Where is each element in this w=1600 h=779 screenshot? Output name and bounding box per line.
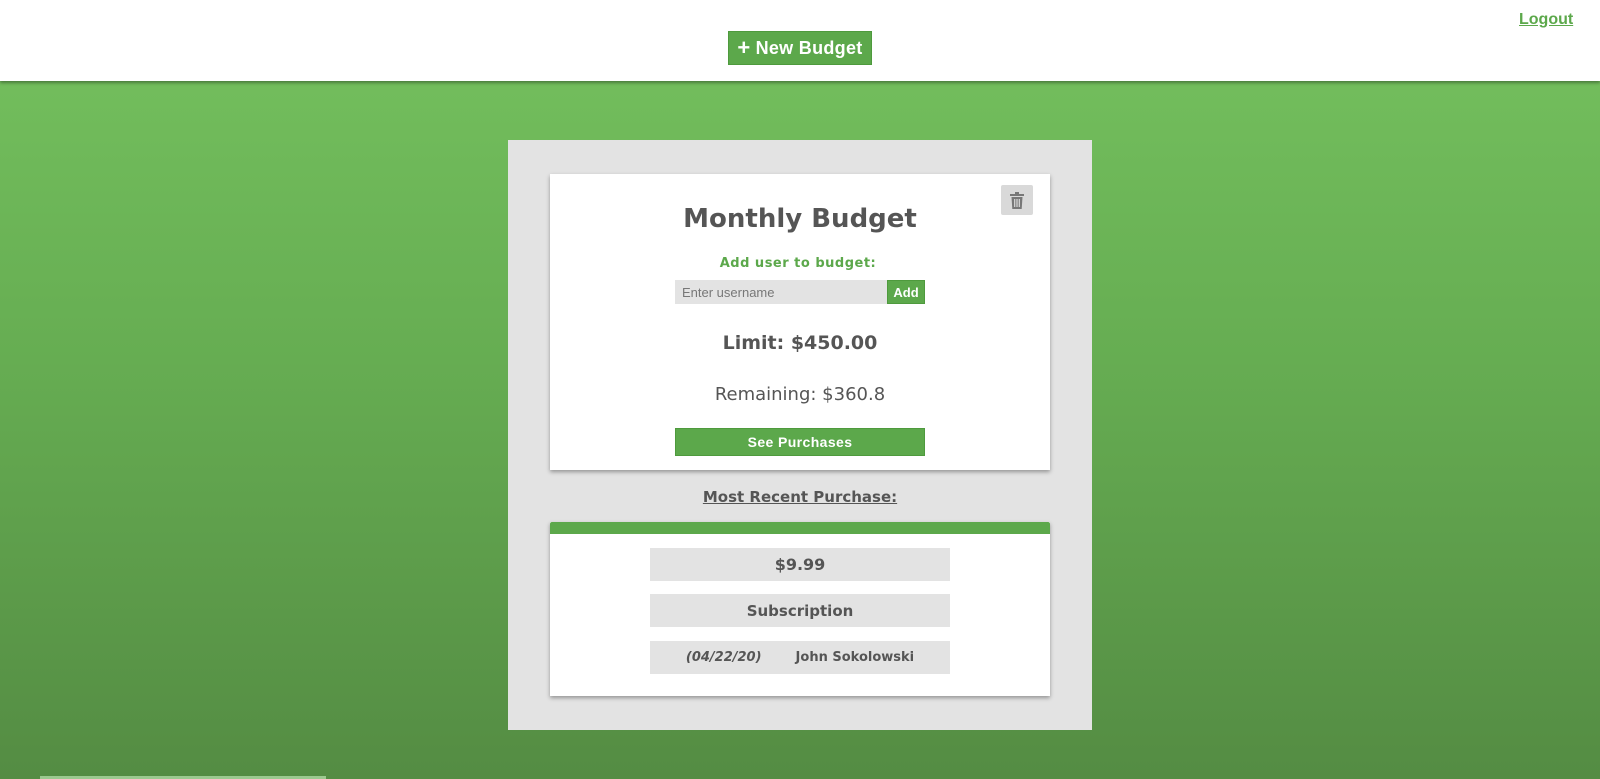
recent-purchase-card: $9.99 Subscription (04/22/20) John Sokol…	[550, 522, 1050, 696]
budget-remaining: Remaining: $360.8	[714, 384, 886, 405]
purchase-date: (04/22/20)	[685, 650, 762, 665]
purchase-card-header-bar	[550, 522, 1050, 534]
purchase-category: Subscription	[650, 594, 950, 627]
logout-link[interactable]: Logout	[1519, 11, 1573, 29]
purchase-amount: $9.99	[650, 548, 950, 581]
purchase-meta: (04/22/20) John Sokolowski	[650, 641, 950, 674]
budget-limit: Limit: $450.00	[722, 332, 878, 354]
recent-purchase-heading: Most Recent Purchase:	[702, 488, 898, 506]
new-budget-button[interactable]: + New Budget	[728, 31, 872, 65]
see-purchases-button[interactable]: See Purchases	[675, 428, 925, 456]
top-navbar: + New Budget Logout	[0, 0, 1600, 81]
plus-icon: +	[737, 35, 751, 60]
purchase-user: John Sokolowski	[795, 650, 915, 665]
budget-title: Monthly Budget	[683, 204, 917, 234]
add-user-button[interactable]: Add	[887, 280, 925, 304]
budget-panel: Monthly Budget Add user to budget: Add L…	[508, 140, 1092, 730]
new-budget-label: New Budget	[755, 37, 863, 58]
add-user-label: Add user to budget:	[719, 256, 877, 271]
username-input[interactable]	[675, 280, 887, 304]
budget-card: Monthly Budget Add user to budget: Add L…	[550, 174, 1050, 470]
